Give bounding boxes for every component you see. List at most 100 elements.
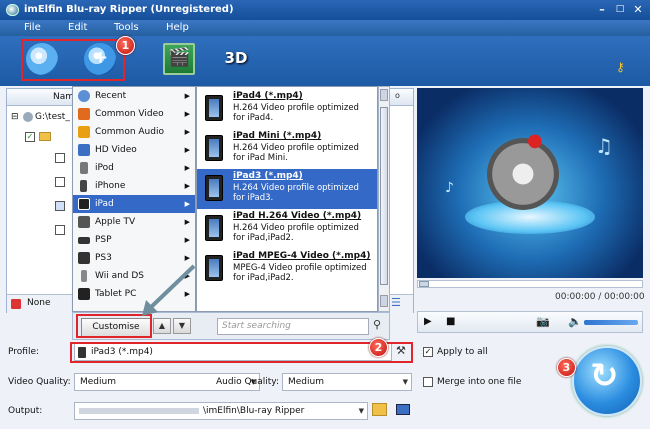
category-label: PSP [95,235,112,245]
title-checkbox[interactable] [55,177,65,187]
callout-box-2 [70,342,413,363]
profile-label: Profile: [8,347,40,357]
convert-button[interactable]: ↻ [572,346,642,416]
category-label: HD Video [95,145,137,155]
category-item-recent[interactable]: Recent ▶ [73,87,195,105]
title-checkbox[interactable] [55,153,65,163]
category-label: Common Video [95,109,164,119]
submenu-arrow-icon: ▶ [184,200,190,208]
profile-title: iPad MPEG-4 Video (*.mp4) [233,251,371,261]
camera-icon[interactable]: 📷 [536,315,550,328]
profile-item-ipad-mini[interactable]: iPad Mini (*.mp4) H.264 Video profile opt… [197,129,377,169]
profile-desc: MPEG-4 Video profile optimized for iPad,… [233,263,367,283]
profile-desc: H.264 Video profile optimized for iPad4. [233,103,359,123]
seek-thumb[interactable] [419,281,429,287]
open-output-icon[interactable] [396,404,410,415]
ipod-icon [80,162,88,174]
edit-video-button[interactable]: 🎬 [163,43,195,75]
window-title: imElfin Blu-ray Ripper (Unregistered) [24,4,234,15]
title-folder-checkbox[interactable]: ✓ [25,132,35,142]
category-item-ipod[interactable]: iPod ▶ [73,159,195,177]
submenu-arrow-icon: ▶ [184,236,190,244]
ipad-icon [205,175,223,201]
clapper-icon: 🎬 [168,47,191,68]
title-checkbox[interactable] [55,201,65,211]
music-note-icon: ♫ [595,134,613,158]
category-item-common-audio[interactable]: Common Audio ▶ [73,123,195,141]
move-down-button[interactable]: ▼ [173,318,191,334]
key-icon[interactable]: ⚷ [616,60,625,74]
seek-bar[interactable] [417,280,643,288]
audio-quality-label: Audio Quality: [216,377,279,387]
profile-item-ipad4[interactable]: iPad4 (*.mp4) H.264 Video profile optimiz… [197,89,377,129]
output-path-value: \imElfin\Blu-ray Ripper [203,406,305,416]
category-item-hd-video[interactable]: HD Video ▶ [73,141,195,159]
minimize-button[interactable]: – [594,3,610,17]
subtitle-value[interactable]: None [27,298,50,308]
profile-search-input[interactable]: Start searching [217,318,369,335]
category-item-ipad[interactable]: iPad ▶ [73,195,195,213]
volume-slider[interactable] [584,320,638,325]
merge-label: Merge into one file [437,377,522,387]
submenu-arrow-icon: ▶ [184,164,190,172]
move-up-button[interactable]: ▲ [153,318,171,334]
category-item-common-video[interactable]: Common Video ▶ [73,105,195,123]
output-path-select[interactable]: \imElfin\Blu-ray Ripper [74,402,368,420]
scroll-down-arrow[interactable] [380,295,388,307]
apply-all-checkbox[interactable]: ✓ [423,347,433,357]
menu-help[interactable]: Help [166,22,189,33]
stop-icon[interactable]: ■ [446,316,455,327]
ipad-icon [78,198,90,210]
folder-icon [39,132,51,141]
wii-icon [81,270,87,282]
submenu-arrow-icon: ▶ [184,92,190,100]
profile-item-ipad-h264[interactable]: iPad H.264 Video (*.mp4) H.264 Video prof… [197,209,377,249]
browse-folder-icon[interactable] [372,403,387,416]
scroll-up-arrow[interactable] [380,89,388,101]
ps3-icon [78,252,90,264]
category-label: Wii and DS [95,271,144,281]
ladybug-icon: ● [527,130,543,151]
category-item-apple-tv[interactable]: Apple TV ▶ [73,213,195,231]
title-checkbox[interactable] [55,225,65,235]
profile-item-ipad3[interactable]: iPad3 (*.mp4) H.264 Video profile optimiz… [197,169,377,209]
category-label: Tablet PC [95,289,137,299]
category-item-psp[interactable]: PSP ▶ [73,231,195,249]
profile-desc: H.264 Video profile optimized for iPad3. [233,183,359,203]
category-item-iphone[interactable]: iPhone ▶ [73,177,195,195]
submenu-arrow-icon: ▶ [184,110,190,118]
appletv-icon [78,216,90,228]
submenu-arrow-icon: ▶ [184,128,190,136]
menu-edit[interactable]: Edit [68,22,87,33]
tree-expander: ⊟ [11,112,19,122]
subtitle-icon [11,299,21,309]
category-label: iPod [95,163,114,173]
3d-button[interactable]: 3D [220,43,252,75]
merge-checkbox[interactable] [423,377,433,387]
ipad-icon [205,95,223,121]
audio-quality-select[interactable]: Medium [282,373,412,391]
profile-item-ipad-mpeg4[interactable]: iPad MPEG-4 Video (*.mp4) MPEG-4 Video pr… [197,249,377,289]
category-label: Apple TV [95,217,136,227]
profile-title: iPad3 (*.mp4) [233,171,303,181]
play-icon[interactable]: ▶ [424,316,432,327]
profile-title: iPad4 (*.mp4) [233,91,303,101]
menu-file[interactable]: File [24,22,41,33]
iphone-icon [80,180,87,192]
maximize-button[interactable]: □ [612,3,628,17]
menu-tools[interactable]: Tools [114,22,139,33]
disc-icon [23,112,33,122]
column-resize-icon: o [395,91,400,100]
tablet-icon [78,288,90,300]
blurred-path [79,408,199,414]
settings-tools-icon[interactable]: ⚒ [396,344,406,357]
category-label: PS3 [95,253,112,263]
profile-title: iPad Mini (*.mp4) [233,131,322,141]
search-icon[interactable]: ⚲ [373,318,381,331]
scroll-thumb[interactable] [380,107,388,285]
volume-icon[interactable]: 🔈 [568,315,582,328]
list-view-icon[interactable]: ☰ [391,296,401,309]
profile-desc: H.264 Video profile optimized for iPad,i… [233,223,359,243]
profile-scrollbar[interactable] [378,86,390,312]
close-button[interactable]: ✕ [630,3,646,17]
